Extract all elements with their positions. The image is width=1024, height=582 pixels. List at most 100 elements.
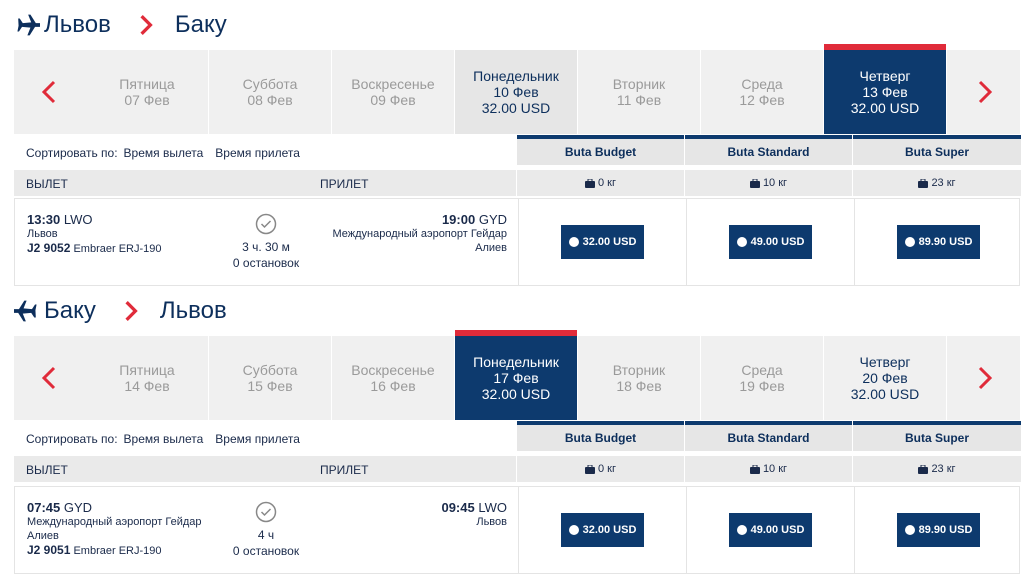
plane-return-icon [14,300,37,322]
date-tab[interactable]: Воскресенье 09 Фев [332,50,455,134]
baggage-budget: 0 кг [517,170,684,196]
radio-icon [568,525,579,535]
route-origin: Львов [44,11,111,38]
clock-icon [255,213,277,235]
fare-header-standard: Buta Standard [685,135,852,165]
departure-airport-line2: Алиев [27,530,59,542]
baggage-budget: 0 кг [517,456,684,482]
day-date: 14 Фев [124,378,170,394]
fare-cell-budget: 32.00 USD [518,199,686,285]
prev-week-button[interactable] [14,50,84,134]
date-tab[interactable]: Пятница 14 Фев [86,336,209,420]
fare-header-super: Buta Super [853,421,1021,451]
arrival-code: LWO [478,500,507,515]
baggage-super: 23 кг [853,170,1021,196]
day-date: 20 Фев [862,370,908,386]
fare-header-budget: Buta Budget [517,421,684,451]
next-week-button[interactable] [950,336,1020,420]
date-tab[interactable]: Воскресенье 16 Фев [332,336,455,420]
flight-stops: 0 остановок [232,256,300,270]
fare-price: 49.00 USD [750,524,805,536]
date-tab[interactable]: Пятница 07 Фев [86,50,209,134]
day-name: Воскресенье [351,362,435,378]
day-date: 10 Фев [493,84,539,100]
date-tab[interactable]: Среда 19 Фев [701,336,824,420]
flight-duration: 3 ч. 30 м [242,240,290,254]
sort-by-arrival[interactable]: Время прилета [215,146,300,160]
date-tab-selected[interactable]: Понедельник 17 Фев 32.00 USD [455,330,578,420]
day-name: Четверг [859,68,911,84]
date-tab[interactable]: Понедельник 10 Фев 32.00 USD [455,50,578,134]
day-name: Понедельник [473,354,559,370]
next-week-button[interactable] [950,50,1020,134]
sort-row: Сортировать по: Время вылета Время приле… [14,138,516,168]
radio-icon [736,237,747,247]
fare-select-button[interactable]: 89.90 USD [896,513,981,547]
day-date: 19 Фев [739,378,785,394]
luggage-icon [918,178,929,188]
inbound-route-title: Баку Львов [14,296,227,326]
baggage-allowance: 23 кг [931,177,956,189]
prev-week-button[interactable] [14,336,84,420]
departure-info: 07:45 GYD Международный аэропорт Гейдар … [27,501,202,558]
sort-by-departure[interactable]: Время вылета [124,432,204,446]
date-tab-selected[interactable]: Четверг 13 Фев 32.00 USD [824,44,947,134]
day-date: 07 Фев [124,92,170,108]
fare-select-button[interactable]: 49.00 USD [728,513,813,547]
route-origin: Баку [44,297,96,324]
day-date: 12 Фев [739,92,785,108]
fare-price: 89.90 USD [918,236,973,248]
fare-cell-standard: 49.00 USD [686,199,854,285]
fare-price: 32.00 USD [582,524,637,536]
departure-airport: Международный аэропорт Гейдар [27,516,202,528]
arrival-time: 19:00 [441,212,476,227]
date-tab[interactable]: Вторник 18 Фев [578,336,701,420]
date-tab[interactable]: Четверг 20 Фев 32.00 USD [824,336,947,420]
day-date: 08 Фев [247,92,293,108]
flight-duration: 4 ч [257,528,275,542]
fare-select-button[interactable]: 32.00 USD [560,225,645,259]
outbound-days: Пятница 07 Фев Суббота 08 Фев Воскресенье 0… [86,44,947,134]
day-name: Понедельник [473,68,559,84]
radio-icon [904,525,915,535]
day-price: 32.00 USD [850,386,920,402]
inbound-days: Пятница 14 Фев Суббота 15 Фев Воскресенье 1… [86,330,947,420]
sort-by-arrival[interactable]: Время прилета [215,432,300,446]
chevron-right-icon [978,366,993,390]
route-destination: Львов [159,297,227,324]
fare-select-button[interactable]: 89.90 USD [896,225,981,259]
aircraft: Embraer ERJ-190 [73,243,162,255]
luggage-icon [585,178,595,188]
baggage-headers: 0 кг 10 кг 23 кг [517,456,1022,482]
fare-select-button[interactable]: 49.00 USD [728,225,813,259]
sort-by-departure[interactable]: Время вылета [124,146,204,160]
baggage-standard: 10 кг [685,456,852,482]
day-name: Пятница [119,76,175,92]
flight-row: 07:45 GYD Международный аэропорт Гейдар … [14,486,1020,574]
duration-info: 3 ч. 30 м 0 остановок [225,213,307,271]
date-tab[interactable]: Вторник 11 Фев [578,50,701,134]
fare-headers: Buta Budget Buta Standard Buta Super [517,135,1022,165]
fare-headers: Buta Budget Buta Standard Buta Super [517,421,1022,451]
day-name: Воскресенье [351,76,435,92]
col-departure: ВЫЛЕТ [26,463,68,477]
date-tab[interactable]: Суббота 15 Фев [209,336,332,420]
date-tab[interactable]: Среда 12 Фев [701,50,824,134]
fare-price: 49.00 USD [750,236,805,248]
outbound-date-bar: Пятница 07 Фев Суббота 08 Фев Воскресенье 0… [14,44,1020,134]
arrival-time: 09:45 [441,500,475,515]
arrival-code: GYD [478,212,507,227]
chevron-left-icon [41,366,56,390]
radio-icon [736,525,747,535]
baggage-allowance: 0 кг [598,177,616,189]
chevron-right-icon [140,15,153,35]
day-date: 13 Фев [862,84,908,100]
luggage-icon [585,464,595,474]
radio-icon [904,237,915,247]
day-date: 18 Фев [616,378,662,394]
fare-select-button[interactable]: 32.00 USD [560,513,645,547]
date-tab[interactable]: Суббота 08 Фев [209,50,332,134]
departure-time: 13:30 [27,212,61,227]
arrival-info: 09:45 LWO Львов [317,501,507,529]
chevron-left-icon [41,80,56,104]
